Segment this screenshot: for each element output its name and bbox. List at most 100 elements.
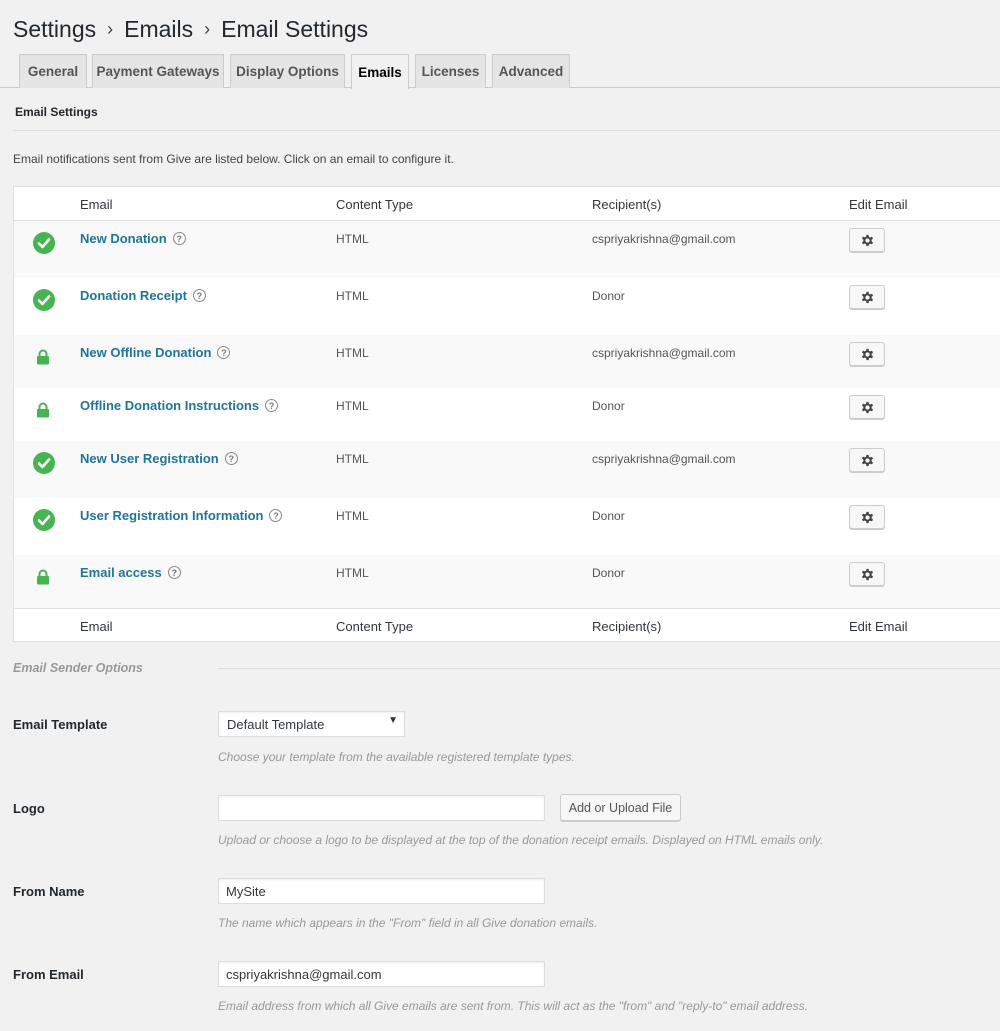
gear-icon: [860, 567, 875, 582]
table-row: New Donation? HTML cspriyakrishna@gmail.co…: [14, 221, 1000, 278]
check-circle-icon: [33, 289, 55, 314]
edit-email-button[interactable]: [849, 285, 885, 309]
breadcrumb-separator: ›: [204, 19, 211, 39]
email-name-link[interactable]: Offline Donation Instructions?: [80, 398, 279, 413]
table-row: Donation Receipt? HTML Donor: [14, 278, 1000, 335]
header-email: Email: [80, 197, 113, 212]
gear-icon: [860, 233, 875, 248]
email-template-description: Choose your template from the available …: [218, 750, 575, 764]
content-type-cell: HTML: [336, 452, 369, 466]
edit-email-button[interactable]: [849, 505, 885, 529]
edit-email-button[interactable]: [849, 562, 885, 586]
content-type-cell: HTML: [336, 346, 369, 360]
breadcrumb-settings[interactable]: Settings: [13, 16, 96, 43]
footer-content-type: Content Type: [336, 619, 414, 634]
email-name-link[interactable]: New User Registration?: [80, 451, 238, 466]
from-name-description: The name which appears in the "From" fie…: [218, 916, 598, 930]
gear-icon: [860, 290, 875, 305]
email-template-value: Default Template: [227, 717, 325, 732]
help-icon[interactable]: ?: [192, 289, 206, 302]
help-icon[interactable]: ?: [167, 566, 181, 579]
lock-icon: [36, 402, 50, 421]
tab-emails[interactable]: Emails: [351, 54, 409, 89]
email-settings-page: Settings › Emails › Email Settings Gener…: [0, 0, 1000, 1031]
gear-icon: [860, 347, 875, 362]
logo-description: Upload or choose a logo to be displayed …: [218, 833, 824, 847]
sender-options-title: Email Sender Options: [13, 661, 143, 675]
sender-options-divider: [218, 668, 1000, 669]
footer-edit-email: Edit Email: [849, 619, 908, 634]
help-icon[interactable]: ?: [217, 346, 231, 359]
from-name-input[interactable]: [218, 878, 545, 904]
logo-url-input[interactable]: [218, 795, 545, 821]
table-header: Email Content Type Recipient(s) Edit Ema…: [14, 187, 1000, 221]
check-circle-icon: [33, 232, 55, 257]
content-type-cell: HTML: [336, 509, 369, 523]
email-name: Offline Donation Instructions: [80, 398, 260, 413]
recipients-cell: cspriyakrishna@gmail.com: [592, 346, 736, 360]
email-name: New Offline Donation: [80, 345, 212, 360]
from-email-label: From Email: [13, 967, 84, 982]
recipients-cell: Donor: [592, 399, 625, 413]
recipients-cell: Donor: [592, 566, 625, 580]
email-name: New User Registration: [80, 451, 219, 466]
header-content-type: Content Type: [336, 197, 414, 212]
table-row: New Offline Donation? HTML cspriyakrishna@…: [14, 335, 1000, 388]
breadcrumb: Settings › Emails › Email Settings: [13, 16, 368, 43]
header-edit-email: Edit Email: [849, 197, 908, 212]
email-name-link[interactable]: Email access?: [80, 565, 181, 580]
email-name: User Registration Information: [80, 508, 264, 523]
table-row: Offline Donation Instructions? HTML Donor: [14, 388, 1000, 441]
tab-advanced[interactable]: Advanced: [492, 54, 570, 88]
logo-label: Logo: [13, 801, 45, 816]
email-name: Donation Receipt: [80, 288, 187, 303]
header-recipients: Recipient(s): [592, 197, 662, 212]
help-icon[interactable]: ?: [265, 399, 279, 412]
help-icon[interactable]: ?: [224, 452, 238, 465]
from-email-input[interactable]: [218, 961, 545, 987]
email-name: Email access: [80, 565, 162, 580]
recipients-cell: cspriyakrishna@gmail.com: [592, 452, 736, 466]
table-footer: Email Content Type Recipient(s) Edit Ema…: [14, 608, 1000, 642]
intro-text: Email notifications sent from Give are l…: [13, 152, 454, 166]
from-email-description: Email address from which all Give emails…: [218, 999, 808, 1013]
lock-icon: [36, 349, 50, 368]
recipients-cell: cspriyakrishna@gmail.com: [592, 232, 736, 246]
content-type-cell: HTML: [336, 289, 369, 303]
breadcrumb-emails[interactable]: Emails: [124, 16, 193, 43]
table-row: New User Registration? HTML cspriyakrishna…: [14, 441, 1000, 498]
email-name-link[interactable]: New Donation?: [80, 231, 186, 246]
check-circle-icon: [33, 452, 55, 477]
email-notifications-table: Email Content Type Recipient(s) Edit Ema…: [13, 186, 1000, 642]
tab-general[interactable]: General: [19, 54, 87, 88]
email-name-link[interactable]: Donation Receipt?: [80, 288, 206, 303]
breadcrumb-email-settings: Email Settings: [221, 16, 369, 42]
edit-email-button[interactable]: [849, 228, 885, 252]
gear-icon: [860, 510, 875, 525]
add-upload-file-button[interactable]: Add or Upload File: [560, 794, 681, 821]
email-template-label: Email Template: [13, 717, 108, 732]
section-title: Email Settings: [15, 105, 98, 119]
gear-icon: [860, 453, 875, 468]
edit-email-button[interactable]: [849, 395, 885, 419]
tab-payment-gateways[interactable]: Payment Gateways: [92, 54, 224, 88]
dropdown-arrow-icon: ▼: [388, 715, 398, 726]
lock-icon: [36, 569, 50, 588]
gear-icon: [860, 400, 875, 415]
recipients-cell: Donor: [592, 289, 625, 303]
tab-display-options[interactable]: Display Options: [230, 54, 345, 88]
email-template-select[interactable]: Default Template ▼: [218, 711, 405, 737]
content-type-cell: HTML: [336, 232, 369, 246]
breadcrumb-separator: ›: [107, 19, 114, 39]
email-name-link[interactable]: New Offline Donation?: [80, 345, 231, 360]
footer-email: Email: [80, 619, 113, 634]
email-name: New Donation: [80, 231, 167, 246]
help-icon[interactable]: ?: [172, 232, 186, 245]
table-row: User Registration Information? HTML Donor: [14, 498, 1000, 555]
tab-licenses[interactable]: Licenses: [415, 54, 486, 88]
footer-recipients: Recipient(s): [592, 619, 662, 634]
edit-email-button[interactable]: [849, 342, 885, 366]
email-name-link[interactable]: User Registration Information?: [80, 508, 283, 523]
help-icon[interactable]: ?: [269, 509, 283, 522]
edit-email-button[interactable]: [849, 448, 885, 472]
